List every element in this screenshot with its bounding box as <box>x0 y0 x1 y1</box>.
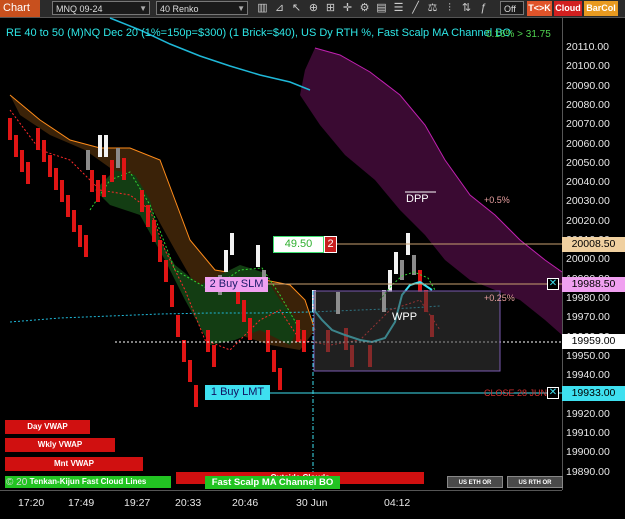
mnt-vwap-button[interactable]: Mnt VWAP <box>5 457 143 471</box>
copyright-label: © 20 <box>6 477 28 488</box>
price-tick-label: 19940.00 <box>566 369 610 382</box>
price-tick-label: 20060.00 <box>566 137 610 150</box>
price-tick-label: 19970.00 <box>566 311 610 324</box>
price-tag-upper: 20008.50 <box>562 237 625 252</box>
price-tick-label: 20100.00 <box>566 60 610 73</box>
price-tick-label: 20110.00 <box>566 41 610 53</box>
price-tick-label: 20030.00 <box>566 195 610 208</box>
price-tick-label: 20020.00 <box>566 214 610 227</box>
chart-title-value: 0.16% > 31.75 <box>486 29 551 40</box>
cancel-order-icon[interactable]: ✕ <box>547 387 559 399</box>
wpp-label: WPP <box>392 311 418 323</box>
time-tick-label: 20:33 <box>175 497 202 509</box>
time-tick-label: 17:49 <box>68 497 95 509</box>
price-tick-label: 20080.00 <box>566 98 610 111</box>
tenkan-kijun-button[interactable]: Tenkan-Kijun Fast Cloud Lines <box>5 476 171 488</box>
price-tick-label: 20040.00 <box>566 176 610 189</box>
fast-scalp-button[interactable]: Fast Scalp MA Channel BO <box>205 476 340 489</box>
range-box <box>313 290 501 372</box>
order-quantity-field[interactable]: 49.50 <box>273 236 324 253</box>
time-tick-label: 04:12 <box>384 497 411 509</box>
price-tag-buy-lmt: 19933.00 <box>562 386 625 401</box>
price-tick-label: 19900.00 <box>566 446 610 459</box>
price-tick-label: 19950.00 <box>566 349 610 362</box>
pct-025-label: +0.25% <box>484 293 515 303</box>
day-vwap-button[interactable]: Day VWAP <box>5 420 90 434</box>
price-tag-buy-slm: 19988.50 <box>562 277 625 292</box>
us-eth-or-button[interactable]: US ETH OR <box>447 476 503 488</box>
buy-lmt-order-label[interactable]: 1 Buy LMT <box>205 385 270 400</box>
time-tick-label: 30 Jun <box>296 497 328 509</box>
pct-05-label: +0.5% <box>484 195 510 205</box>
buy-slm-order-label[interactable]: 2 Buy SLM <box>205 277 268 292</box>
cancel-order-icon[interactable]: ✕ <box>547 278 559 290</box>
price-tick-label: 20070.00 <box>566 118 610 131</box>
time-tick-label: 20:46 <box>232 497 259 509</box>
order-count-badge[interactable]: 2 <box>324 236 337 253</box>
close-label: CLOSE 28 JUN <box>484 388 548 398</box>
price-tick-label: 20000.00 <box>566 253 610 266</box>
price-tick-label: 19980.00 <box>566 291 610 304</box>
chart-title: RE 40 to 50 (M)NQ Dec 20 (1%=150p=$300) … <box>6 27 512 39</box>
price-tick-label: 19910.00 <box>566 427 610 439</box>
price-tick-label: 20050.00 <box>566 156 610 169</box>
price-tick-label: 20090.00 <box>566 79 610 92</box>
time-tick-label: 19:27 <box>124 497 151 509</box>
time-tick-label: 17:20 <box>18 497 45 509</box>
price-tag-current: 19959.00 <box>562 334 625 349</box>
dpp-label: DPP <box>406 193 429 205</box>
us-rth-or-button[interactable]: US RTH OR <box>507 476 563 488</box>
wkly-vwap-button[interactable]: Wkly VWAP <box>5 438 115 452</box>
price-tick-label: 19920.00 <box>566 407 610 420</box>
price-tick-label: 19890.00 <box>566 465 610 478</box>
